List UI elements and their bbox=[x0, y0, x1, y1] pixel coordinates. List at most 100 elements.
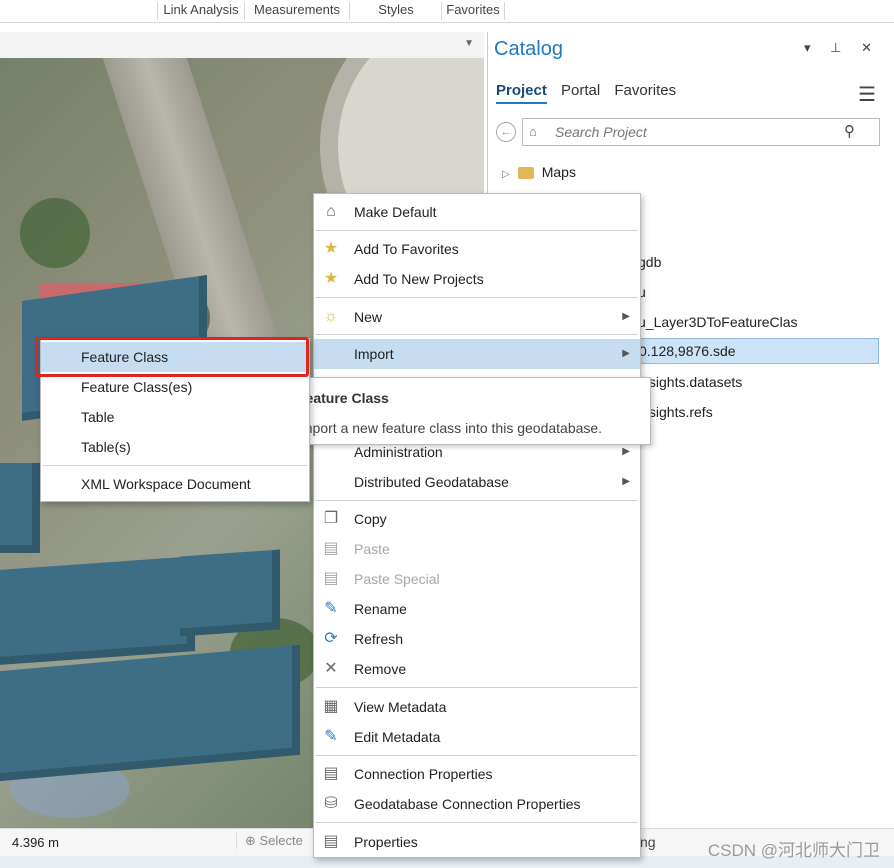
menu-item-distributed-geodatabase[interactable]: Distributed Geodatabase ▶ bbox=[314, 467, 640, 497]
select-control[interactable]: ⊕ Selecte bbox=[236, 833, 303, 849]
menu-item-label: Add To Favorites bbox=[354, 241, 459, 257]
home-icon: ⌂ bbox=[529, 124, 537, 139]
tree-item[interactable]: insights.datasets bbox=[638, 370, 742, 394]
expand-arrow-icon[interactable]: ▷ bbox=[502, 169, 510, 180]
submenu-arrow-icon: ▶ bbox=[622, 311, 630, 322]
menu-item-label: Connection Properties bbox=[354, 766, 493, 782]
submenu-item-label: Feature Class(es) bbox=[81, 379, 193, 395]
menu-separator bbox=[43, 465, 307, 466]
catalog-tabs: Project Portal Favorites bbox=[496, 82, 686, 104]
ribbon-group-favorites[interactable]: Favorites bbox=[441, 2, 505, 20]
ribbon-group-measurements[interactable]: Measurements bbox=[244, 2, 349, 20]
tree-item-maps[interactable]: ▷ Maps bbox=[502, 160, 576, 184]
tree-item-label: gdb bbox=[638, 254, 662, 270]
tooltip-title: Feature Class bbox=[297, 390, 389, 406]
menu-item-label: Import bbox=[354, 346, 394, 362]
tab-project[interactable]: Project bbox=[496, 82, 547, 104]
submenu-item-label: Table bbox=[81, 409, 115, 425]
tree-item-selected[interactable]: 0.128,9876.sde bbox=[638, 338, 879, 364]
ribbon-strip: Link Analysis Measurements Styles Favori… bbox=[0, 0, 894, 23]
copy-icon: ❐ bbox=[323, 510, 339, 527]
hamburger-menu-icon[interactable]: ☰ bbox=[858, 82, 876, 107]
submenu-arrow-icon: ▶ bbox=[622, 348, 630, 359]
submenu-item-label: Table(s) bbox=[81, 439, 131, 455]
pencil-icon: ✎ bbox=[324, 728, 338, 745]
menu-item-geodatabase-connection-properties[interactable]: ⛁ Geodatabase Connection Properties bbox=[314, 789, 640, 819]
submenu-arrow-icon: ▶ bbox=[622, 476, 630, 487]
star-icon: ★ bbox=[323, 240, 339, 257]
ribbon-group-styles[interactable]: Styles bbox=[349, 2, 442, 20]
paste-icon: ▤ bbox=[323, 540, 339, 557]
menu-item-add-to-new-projects[interactable]: ★ Add To New Projects bbox=[314, 264, 640, 294]
pencil-icon: ✎ bbox=[324, 600, 338, 617]
submenu-item-feature-class[interactable]: Feature Class bbox=[41, 342, 309, 372]
select-label: Selecte bbox=[259, 833, 303, 848]
status-right-text: ng bbox=[640, 834, 656, 850]
database-icon: ⛁ bbox=[324, 795, 338, 812]
submenu-item-table[interactable]: Table bbox=[41, 402, 309, 432]
pane-window-controls[interactable]: ▾ ⊥ ✕ bbox=[804, 40, 880, 56]
tree-item-label: Maps bbox=[541, 164, 576, 180]
menu-item-rename[interactable]: ✎ Rename bbox=[314, 594, 640, 624]
3d-building bbox=[180, 549, 280, 637]
menu-item-label: Geodatabase Connection Properties bbox=[354, 796, 581, 812]
menu-item-label: Rename bbox=[354, 601, 407, 617]
properties-icon: ▤ bbox=[323, 833, 339, 850]
tooltip: Feature Class Import a new feature class… bbox=[284, 377, 651, 445]
menu-item-label: Make Default bbox=[354, 204, 437, 220]
menu-separator bbox=[316, 822, 638, 823]
menu-item-label: View Metadata bbox=[354, 699, 447, 715]
scale-readout: 4.396 m bbox=[12, 835, 59, 850]
menu-separator bbox=[316, 334, 638, 335]
ribbon-group-link-analysis[interactable]: Link Analysis bbox=[157, 2, 244, 20]
menu-item-add-to-favorites[interactable]: ★ Add To Favorites bbox=[314, 234, 640, 264]
search-input[interactable] bbox=[553, 122, 837, 142]
catalog-title: Catalog bbox=[494, 38, 563, 60]
search-icon[interactable]: ⚲ bbox=[844, 122, 855, 140]
catalog-search-box[interactable]: ⌂ ⚲ bbox=[522, 118, 880, 146]
menu-separator bbox=[316, 297, 638, 298]
menu-item-paste: ▤ Paste bbox=[314, 534, 640, 564]
menu-item-label: New bbox=[354, 309, 383, 325]
folder-icon bbox=[517, 167, 534, 180]
menu-item-label: Copy bbox=[354, 511, 387, 527]
properties-icon: ▤ bbox=[323, 765, 339, 782]
tree-cluster bbox=[20, 198, 90, 268]
paste-icon: ▤ bbox=[323, 570, 339, 587]
star-icon: ★ bbox=[323, 270, 339, 287]
submenu-item-feature-classes[interactable]: Feature Class(es) bbox=[41, 372, 309, 402]
catalog-search-row: ← ⌂ ⚲ bbox=[494, 118, 880, 146]
menu-item-connection-properties[interactable]: ▤ Connection Properties bbox=[314, 759, 640, 789]
menu-item-refresh[interactable]: ⟳ Refresh bbox=[314, 624, 640, 654]
menu-item-import[interactable]: Import ▶ bbox=[314, 339, 640, 369]
context-menu: ⌂ Make Default ★ Add To Favorites ★ Add To … bbox=[313, 193, 641, 858]
menu-separator bbox=[316, 755, 638, 756]
menu-separator bbox=[316, 500, 638, 501]
menu-item-properties[interactable]: ▤ Properties bbox=[314, 827, 640, 857]
refresh-icon: ⟳ bbox=[324, 630, 338, 647]
menu-item-view-metadata[interactable]: ▦ View Metadata bbox=[314, 692, 640, 722]
menu-item-remove[interactable]: ✕ Remove bbox=[314, 654, 640, 684]
tree-item[interactable]: u_Layer3DToFeatureClas bbox=[638, 310, 798, 334]
tree-item-label: insights.datasets bbox=[638, 374, 743, 390]
menu-item-edit-metadata[interactable]: ✎ Edit Metadata bbox=[314, 722, 640, 752]
menu-item-label: Distributed Geodatabase bbox=[354, 474, 509, 490]
tree-item-label: 0.128,9876.sde bbox=[639, 343, 736, 359]
menu-item-copy[interactable]: ❐ Copy bbox=[314, 504, 640, 534]
menu-item-label: Edit Metadata bbox=[354, 729, 441, 745]
map-tab-dropdown-icon[interactable]: ▼ bbox=[464, 38, 474, 49]
back-arrow-icon[interactable]: ← bbox=[496, 122, 516, 142]
menu-item-label: Properties bbox=[354, 834, 418, 850]
submenu-item-label: XML Workspace Document bbox=[81, 476, 251, 492]
menu-item-make-default[interactable]: ⌂ Make Default bbox=[314, 197, 640, 227]
tab-favorites[interactable]: Favorites bbox=[614, 82, 676, 102]
menu-item-label: Remove bbox=[354, 661, 407, 677]
tab-portal[interactable]: Portal bbox=[561, 82, 600, 102]
menu-separator bbox=[316, 230, 638, 231]
submenu-item-xml-workspace-document[interactable]: XML Workspace Document bbox=[41, 469, 309, 499]
home-icon: ⌂ bbox=[326, 203, 336, 220]
submenu-item-tables[interactable]: Table(s) bbox=[41, 432, 309, 462]
tree-item[interactable]: gdb bbox=[638, 250, 661, 274]
3d-building bbox=[0, 556, 195, 665]
menu-item-new[interactable]: ☼ New ▶ bbox=[314, 302, 640, 332]
